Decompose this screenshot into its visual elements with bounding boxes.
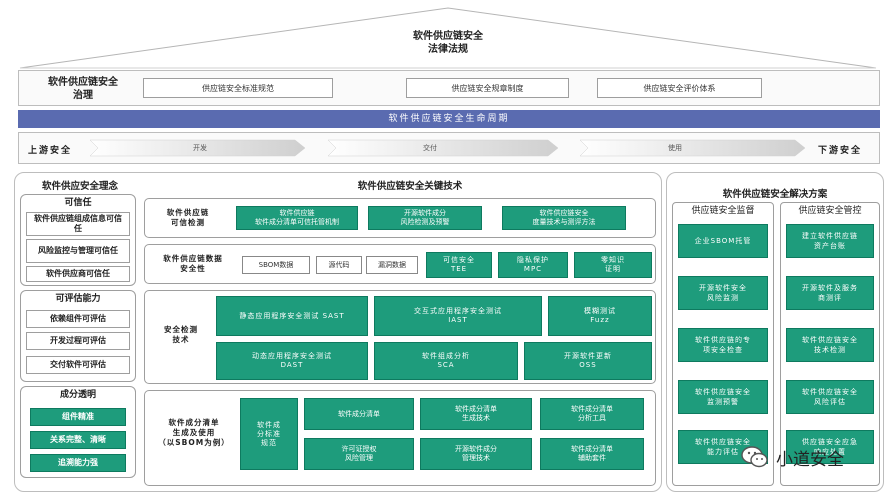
governance-item-evaluation: 供应链安全评价体系: [597, 78, 762, 98]
monitor-item-sbom: 企业SBOM托管: [678, 224, 768, 258]
wechat-icon: [741, 446, 768, 468]
trust-title: 可信任: [64, 198, 92, 208]
row1-item-2: 开源软件成分 风险检测及预警: [368, 206, 482, 230]
stage-use: 使用: [668, 144, 682, 152]
row1-item-3: 软件供应链安全 度量技术与测评方法: [502, 206, 626, 230]
upstream-label: 上游安全: [28, 146, 73, 156]
row2-tee: 可信安全 TEE: [426, 252, 492, 278]
row4-item-license: 许可证授权 风险管理: [304, 438, 414, 470]
control-title: 供应链安全管控: [798, 206, 862, 216]
row3-label: 安全检测 技术: [164, 325, 198, 344]
row4-item-sbom: 软件成分清单: [304, 398, 414, 430]
assess-item-process: 开发过程可评估: [26, 332, 130, 350]
row3-sast: 静态应用程序安全测试 SAST: [216, 296, 368, 336]
row1-item-1: 软件供应链 软件成分清单可信托管机制: [236, 206, 358, 230]
row2-sbom-data: SBOM数据: [242, 256, 310, 274]
row4-item-analysis: 软件成分清单 分析工具: [540, 398, 644, 430]
monitor-item-warning: 软件供应链安全 监测预警: [678, 380, 768, 414]
assess-item-delivery: 交付软件可评估: [26, 356, 130, 374]
monitor-item-oss-risk: 开源软件安全 风险监测: [678, 276, 768, 310]
row3-fuzz: 模糊测试 Fuzz: [548, 296, 652, 336]
governance-label: 软件供应链安全 治理: [48, 77, 118, 101]
transparent-item-trace: 追溯能力强: [30, 454, 126, 472]
row2-vuln-data: 漏洞数据: [366, 256, 418, 274]
solution-title: 软件供应链安全解决方案: [722, 189, 828, 200]
transparent-item-relations: 关系完整、清晰: [30, 431, 126, 449]
trust-item-risk: 风险监控与管理可信任: [26, 239, 130, 263]
row4-label: 软件成分清单 生成及使用 （以SBOM为例）: [158, 418, 230, 447]
stage-develop: 开发: [193, 144, 207, 152]
row4-item-generation: 软件成分清单 生成技术: [420, 398, 532, 430]
assess-item-deps: 依赖组件可评估: [26, 310, 130, 328]
assess-title: 可评估能力: [55, 294, 101, 304]
row4-item-toolkit: 软件成分清单 辅助套件: [540, 438, 644, 470]
control-item-assets: 建立软件供应链 资产台账: [786, 224, 874, 258]
row4-standard: 软件成 分标准 规范: [240, 398, 298, 470]
governance-item-standards: 供应链安全标准规范: [143, 78, 333, 98]
row3-oss: 开源软件更新 OSS: [524, 342, 652, 380]
trust-item-vendor: 软件供应商可信任: [26, 266, 130, 282]
stage-deliver: 交付: [423, 144, 437, 152]
row2-zkp: 零知识 证明: [574, 252, 652, 278]
lifecycle-banner: 软件供应链安全生命周期: [18, 110, 880, 128]
control-item-vendor-eval: 开源软件及服务 商测评: [786, 276, 874, 310]
concept-title: 软件供应安全理念: [41, 181, 118, 192]
monitor-item-special-check: 软件供应链的专 项安全检查: [678, 328, 768, 362]
row1-label: 软件供应链 可信检测: [166, 208, 210, 227]
watermark-text: 小道安全: [776, 449, 844, 470]
control-item-tech-detect: 软件供应链安全 技术检测: [786, 328, 874, 362]
row2-source-code: 源代码: [316, 256, 362, 274]
downstream-label: 下游安全: [818, 146, 863, 156]
trust-item-composition: 软件供应链组成信息可信任: [26, 212, 130, 236]
row2-mpc: 隐私保护 MPC: [498, 252, 568, 278]
control-item-risk-eval: 软件供应链安全 风险评估: [786, 380, 874, 414]
row3-iast: 交互式应用程序安全测试 IAST: [374, 296, 542, 336]
law-title: 软件供应链安全 法律法规: [413, 31, 483, 55]
transparent-title: 成分透明: [59, 390, 96, 400]
row3-dast: 动态应用程序安全测试 DAST: [216, 342, 368, 380]
governance-item-regulations: 供应链安全规章制度: [406, 78, 569, 98]
monitor-title: 供应链安全监督: [691, 206, 755, 216]
transparent-item-precise: 组件精准: [30, 408, 126, 426]
row2-label: 软件供应链数据 安全性: [163, 254, 223, 273]
watermark: 小道安全: [740, 440, 880, 474]
tech-title: 软件供应链安全关键技术: [357, 181, 463, 192]
row4-item-oss-management: 开源软件成分 管理技术: [420, 438, 532, 470]
row3-sca: 软件组成分析 SCA: [374, 342, 518, 380]
